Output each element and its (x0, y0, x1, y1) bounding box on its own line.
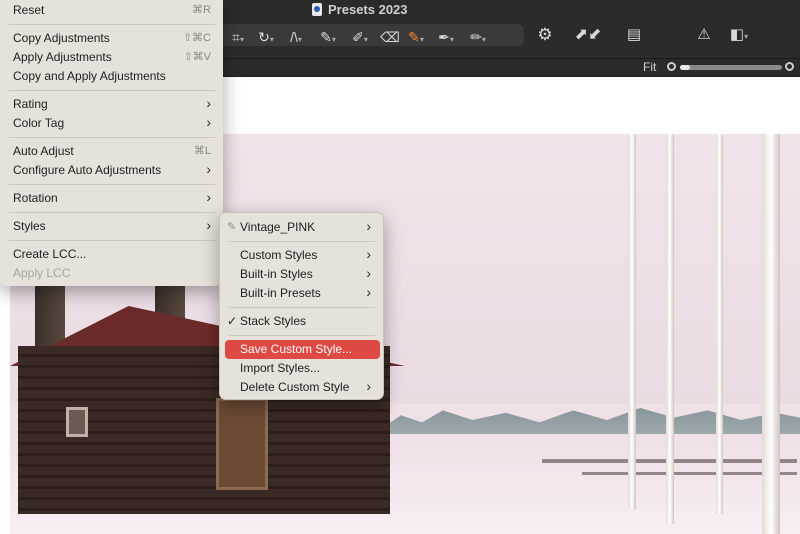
menu-item-label: Built-in Presets (240, 286, 321, 300)
menu-item-label: Auto Adjust (13, 144, 74, 158)
menu-item-create-lcc[interactable]: Create LCC... (0, 245, 223, 264)
zoom-slider[interactable] (680, 65, 782, 70)
menu-separator (9, 137, 215, 138)
styles-submenu: ✎ Vintage_PINK › Custom Styles › Built-i… (219, 212, 384, 400)
menu-item-label: Copy Adjustments (13, 31, 110, 45)
chevron-right-icon: › (366, 265, 371, 281)
menu-item-copy-and-apply[interactable]: Copy and Apply Adjustments (0, 67, 223, 86)
menu-item-shortcut: ⇧⌘C (182, 32, 211, 44)
photo-cabin-window (66, 407, 88, 437)
eraser-icon[interactable]: ⌫ (378, 26, 402, 48)
menu-item-label: Rating (13, 97, 48, 111)
chevron-right-icon: › (206, 161, 211, 177)
photo-birch-trunk (628, 134, 636, 509)
chevron-right-icon: › (206, 189, 211, 205)
menu-item-label: Apply Adjustments (13, 50, 112, 64)
menu-item-label: Save Custom Style... (240, 342, 353, 356)
submenu-item-stack-styles[interactable]: ✓ Stack Styles (220, 312, 383, 331)
zoom-in-icon[interactable] (785, 62, 794, 71)
straighten-icon[interactable]: /\▾ (284, 26, 308, 48)
apply-copy-arrows-icon[interactable]: ⬈⬋ (566, 24, 610, 46)
warning-icon[interactable]: ⚠ (692, 24, 716, 46)
submenu-item-custom-styles[interactable]: Custom Styles › (220, 246, 383, 265)
submenu-item-builtin-styles[interactable]: Built-in Styles › (220, 265, 383, 284)
menu-item-label: Apply LCC (13, 266, 71, 280)
submenu-item-import-styles[interactable]: Import Styles... (220, 359, 383, 378)
menu-item-configure-auto-adjustments[interactable]: Configure Auto Adjustments › (0, 161, 223, 180)
zoom-slider-fill (680, 65, 691, 70)
menu-separator (229, 241, 375, 242)
menu-separator (9, 184, 215, 185)
menu-separator (9, 212, 215, 213)
menu-item-shortcut: ⌘L (193, 145, 211, 157)
chevron-right-icon: › (366, 378, 371, 394)
window-title-text: Presets 2023 (328, 2, 408, 17)
rotate-icon[interactable]: ↻▾ (254, 26, 278, 48)
checkmark-icon: ✓ (227, 314, 238, 328)
menu-separator (9, 24, 215, 25)
zoom-out-icon[interactable] (667, 62, 676, 71)
fit-label[interactable]: Fit (643, 60, 656, 74)
stack-icon[interactable]: ▤ (622, 24, 646, 46)
gear-icon[interactable]: ⚙ (533, 24, 557, 46)
menu-item-apply-adjustments[interactable]: Apply Adjustments ⇧⌘V (0, 48, 223, 67)
chevron-right-icon: › (206, 95, 211, 111)
chevron-right-icon: › (366, 284, 371, 300)
menu-item-label: Vintage_PINK (240, 220, 316, 234)
eraser-brush-icon[interactable]: ✐▾ (348, 26, 372, 48)
menu-item-label: Create LCC... (13, 247, 87, 261)
menu-item-styles[interactable]: Styles › (0, 217, 223, 236)
menu-separator (229, 335, 375, 336)
chevron-right-icon: › (206, 114, 211, 130)
menu-item-reset[interactable]: Reset ⌘R (0, 1, 223, 20)
menu-separator (9, 90, 215, 91)
submenu-item-delete-custom-style[interactable]: Delete Custom Style › (220, 378, 383, 397)
submenu-item-save-custom-style[interactable]: Save Custom Style... (225, 340, 380, 359)
menu-item-shortcut: ⌘R (192, 4, 211, 16)
menu-item-label: Custom Styles (240, 248, 318, 262)
document-icon (312, 3, 322, 16)
menu-item-label: Reset (13, 3, 45, 17)
menu-separator (229, 307, 375, 308)
photo-birch-trunk (762, 134, 780, 534)
cursor-tools-group: ⌗▾ ↻▾ /\▾ ✎▾ ✐▾ ⌫ ✎▾ ✒▾ ✏▾ (222, 24, 524, 46)
submenu-item-builtin-presets[interactable]: Built-in Presets › (220, 284, 383, 303)
chevron-right-icon: › (366, 218, 371, 234)
menu-item-label: Built-in Styles (240, 267, 313, 281)
compare-icon[interactable]: ◧▾ (724, 24, 754, 46)
menu-item-label: Configure Auto Adjustments (13, 163, 162, 177)
menu-item-label: Import Styles... (240, 361, 321, 375)
menu-item-label: Delete Custom Style (240, 380, 350, 394)
photo-birch-trunk (716, 134, 723, 514)
menu-item-label: Rotation (13, 191, 58, 205)
menu-separator (9, 240, 215, 241)
submenu-item-vintage-pink[interactable]: ✎ Vintage_PINK › (220, 218, 383, 237)
brush-icon[interactable]: ✎▾ (316, 26, 340, 48)
chevron-right-icon: › (206, 217, 211, 233)
menu-item-label: Copy and Apply Adjustments (13, 69, 166, 83)
heal-icon[interactable]: ✏▾ (466, 26, 490, 48)
menu-item-label: Color Tag (13, 116, 65, 130)
menu-item-color-tag[interactable]: Color Tag › (0, 114, 223, 133)
menu-item-rating[interactable]: Rating › (0, 95, 223, 114)
menu-item-shortcut: ⇧⌘V (183, 51, 211, 63)
crop-icon[interactable]: ⌗▾ (226, 26, 250, 48)
window-title: Presets 2023 (312, 2, 408, 17)
menu-item-auto-adjust[interactable]: Auto Adjust ⌘L (0, 142, 223, 161)
photo-cabin-door (216, 398, 268, 490)
pen-icon: ✎ (227, 221, 237, 233)
gradient-icon[interactable]: ✒▾ (434, 26, 458, 48)
menu-item-label: Styles (13, 219, 46, 233)
menu-item-label: Stack Styles (240, 314, 307, 328)
menu-item-apply-lcc: Apply LCC (0, 264, 223, 283)
photo-birch-trunk (666, 134, 674, 524)
menu-item-rotation[interactable]: Rotation › (0, 189, 223, 208)
adjustments-context-menu: Reset ⌘R Copy Adjustments ⇧⌘C Apply Adju… (0, 0, 223, 286)
color-picker-icon[interactable]: ✎▾ (404, 26, 428, 48)
menu-item-copy-adjustments[interactable]: Copy Adjustments ⇧⌘C (0, 29, 223, 48)
chevron-right-icon: › (366, 246, 371, 262)
